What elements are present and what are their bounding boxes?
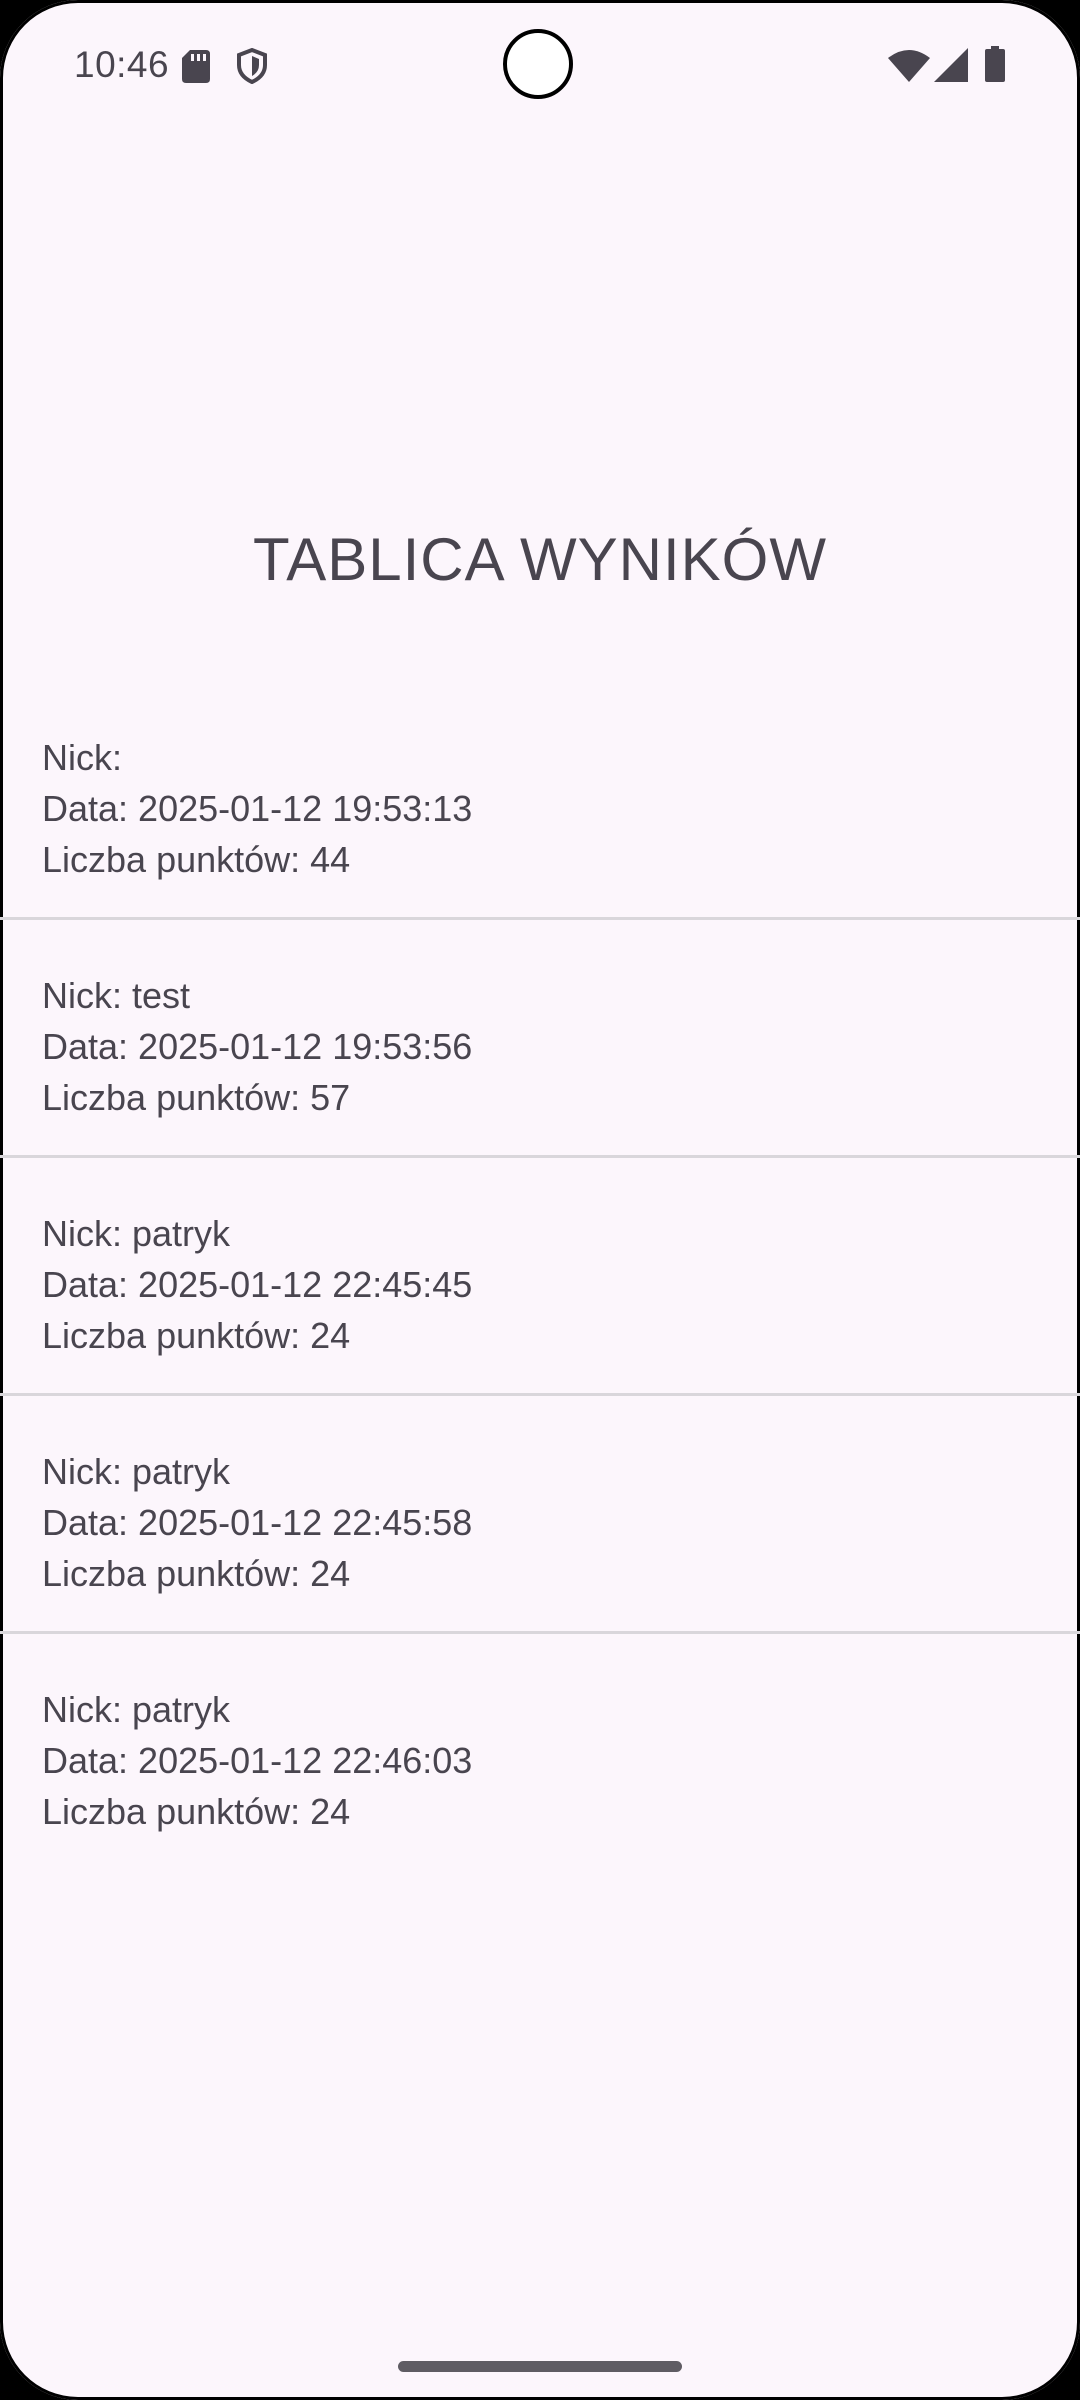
score-list-item[interactable]: Nick: test Data: 2025-01-12 19:53:56 Lic… — [0, 920, 1080, 1158]
score-list-item[interactable]: Nick: patryk Data: 2025-01-12 22:45:45 L… — [0, 1158, 1080, 1396]
score-nick: Nick: patryk — [42, 1213, 231, 1254]
status-bar: 10:46 — [0, 0, 1080, 130]
page-title: TABLICA WYNIKÓW — [253, 526, 827, 593]
shield-icon — [237, 48, 267, 84]
battery-icon — [985, 46, 1005, 82]
score-list-item[interactable]: Nick: patryk Data: 2025-01-12 22:46:03 L… — [0, 1634, 1080, 1872]
home-gesture-bar[interactable] — [398, 2361, 682, 2372]
score-date: Data: 2025-01-12 19:53:56 — [42, 1026, 473, 1067]
status-clock: 10:46 — [74, 44, 170, 85]
score-list-item[interactable]: Nick: Data: 2025-01-12 19:53:13 Liczba p… — [0, 682, 1080, 920]
score-list: Nick: Data: 2025-01-12 19:53:13 Liczba p… — [0, 682, 1080, 1872]
score-nick: Nick: test — [42, 975, 191, 1016]
score-points: Liczba punktów: 24 — [42, 1791, 351, 1832]
phone-screen: 10:46 TABLICA WYNIKÓW Nick: Data: 2025-0… — [0, 0, 1080, 2400]
score-date: Data: 2025-01-12 22:45:58 — [42, 1502, 473, 1543]
score-points: Liczba punktów: 44 — [42, 839, 351, 880]
score-list-item[interactable]: Nick: patryk Data: 2025-01-12 22:45:58 L… — [0, 1396, 1080, 1634]
score-date: Data: 2025-01-12 19:53:13 — [42, 788, 473, 829]
score-points: Liczba punktów: 57 — [42, 1077, 351, 1118]
score-nick: Nick: patryk — [42, 1689, 231, 1730]
sd-card-icon — [182, 50, 210, 83]
score-points: Liczba punktów: 24 — [42, 1553, 351, 1594]
cell-signal-icon — [934, 48, 968, 82]
score-date: Data: 2025-01-12 22:45:45 — [42, 1264, 473, 1305]
score-nick: Nick: patryk — [42, 1451, 231, 1492]
score-date: Data: 2025-01-12 22:46:03 — [42, 1740, 473, 1781]
score-points: Liczba punktów: 24 — [42, 1315, 351, 1356]
wifi-icon — [888, 50, 930, 82]
score-nick: Nick: — [42, 737, 122, 778]
camera-cutout — [503, 29, 573, 99]
